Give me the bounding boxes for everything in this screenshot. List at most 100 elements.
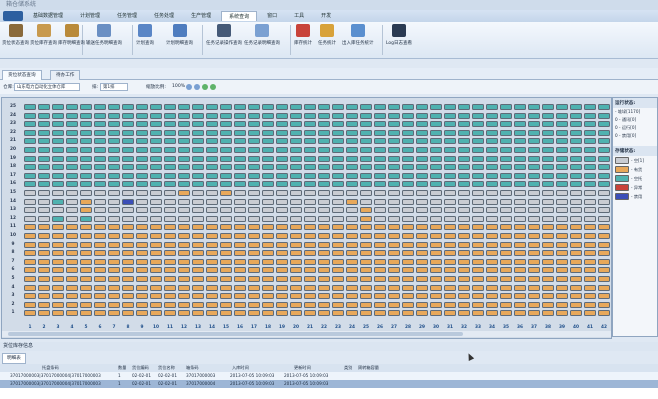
storage-cell[interactable] (52, 293, 64, 300)
storage-cell[interactable] (290, 121, 302, 128)
storage-cell[interactable] (248, 147, 260, 153)
storage-cell[interactable] (374, 267, 386, 274)
storage-cell[interactable] (332, 267, 344, 274)
storage-cell[interactable] (192, 233, 204, 239)
storage-cell[interactable] (388, 112, 400, 119)
storage-cell[interactable] (290, 310, 302, 317)
storage-cell[interactable] (584, 190, 596, 196)
storage-cell[interactable] (570, 181, 582, 188)
storage-cell[interactable] (248, 241, 260, 248)
storage-cell[interactable] (136, 267, 148, 274)
storage-cell[interactable] (24, 241, 36, 248)
storage-cell[interactable] (136, 121, 148, 128)
storage-cell[interactable] (94, 198, 106, 205)
storage-cell[interactable] (178, 207, 190, 214)
storage-cell[interactable] (122, 207, 134, 214)
storage-cell[interactable] (248, 224, 260, 231)
storage-cell[interactable] (178, 147, 190, 153)
storage-cell[interactable] (402, 190, 414, 196)
storage-cell[interactable] (346, 181, 358, 188)
storage-cell[interactable] (262, 138, 274, 145)
storage-cell[interactable] (234, 284, 246, 291)
storage-cell[interactable] (416, 215, 428, 222)
storage-cell[interactable] (570, 310, 582, 317)
storage-cell[interactable] (388, 301, 400, 308)
storage-cell[interactable] (486, 164, 498, 171)
storage-cell[interactable] (374, 310, 386, 317)
storage-cell[interactable] (24, 267, 36, 274)
storage-cell[interactable] (136, 104, 148, 110)
storage-cell[interactable] (402, 129, 414, 136)
storage-cell[interactable] (192, 293, 204, 300)
storage-cell[interactable] (150, 164, 162, 171)
storage-cell[interactable] (570, 112, 582, 119)
storage-cell[interactable] (388, 181, 400, 188)
ribbon-button-boxes[interactable]: 库存明细查询 (58, 24, 85, 46)
storage-cell[interactable] (346, 224, 358, 231)
storage-cell[interactable] (556, 241, 568, 248)
storage-cell[interactable] (136, 241, 148, 248)
storage-cell[interactable] (584, 258, 596, 265)
storage-cell[interactable] (290, 224, 302, 231)
storage-cell[interactable] (374, 258, 386, 265)
storage-cell[interactable] (374, 250, 386, 257)
storage-cell[interactable] (528, 267, 540, 274)
storage-cell[interactable] (192, 276, 204, 282)
storage-cell[interactable] (514, 155, 526, 162)
storage-cell[interactable] (164, 181, 176, 188)
storage-cell[interactable] (514, 241, 526, 248)
storage-cell[interactable] (416, 310, 428, 317)
storage-cell[interactable] (458, 155, 470, 162)
storage-cell[interactable] (304, 276, 316, 282)
zoom-out-icon[interactable] (194, 84, 200, 90)
storage-cell[interactable] (38, 198, 50, 205)
storage-cell[interactable] (318, 267, 330, 274)
storage-cell[interactable] (374, 172, 386, 179)
storage-cell[interactable] (178, 301, 190, 308)
storage-cell[interactable] (52, 155, 64, 162)
storage-cell[interactable] (206, 258, 218, 265)
storage-cell[interactable] (332, 250, 344, 257)
storage-cell[interactable] (136, 276, 148, 282)
storage-cell[interactable] (262, 104, 274, 110)
storage-cell[interactable] (234, 267, 246, 274)
storage-cell[interactable] (556, 233, 568, 239)
storage-cell[interactable] (570, 129, 582, 136)
storage-cell[interactable] (528, 121, 540, 128)
storage-cell[interactable] (122, 215, 134, 222)
storage-cell[interactable] (388, 207, 400, 214)
storage-cell[interactable] (500, 258, 512, 265)
storage-cell[interactable] (178, 129, 190, 136)
storage-cell[interactable] (164, 164, 176, 171)
warehouse-select[interactable]: 山东电力自动化立体仓库 (14, 83, 80, 91)
storage-cell[interactable] (122, 276, 134, 282)
storage-cell[interactable] (360, 181, 372, 188)
storage-cell[interactable] (318, 181, 330, 188)
storage-cell[interactable] (52, 121, 64, 128)
storage-cell[interactable] (192, 155, 204, 162)
storage-cell[interactable] (290, 284, 302, 291)
storage-cell[interactable] (444, 138, 456, 145)
storage-cell[interactable] (388, 241, 400, 248)
storage-cell[interactable] (66, 241, 78, 248)
storage-cell[interactable] (598, 241, 610, 248)
storage-cell[interactable] (486, 267, 498, 274)
storage-cell[interactable] (108, 121, 120, 128)
storage-cell[interactable] (192, 164, 204, 171)
storage-cell[interactable] (346, 147, 358, 153)
storage-cell[interactable] (584, 241, 596, 248)
storage-cell[interactable] (318, 233, 330, 239)
storage-cell[interactable] (430, 301, 442, 308)
storage-cell[interactable] (122, 233, 134, 239)
storage-cell[interactable] (290, 198, 302, 205)
storage-cell[interactable] (108, 233, 120, 239)
storage-cell[interactable] (24, 112, 36, 119)
ribbon-button-shelf[interactable]: 货位状态查询 (2, 24, 29, 46)
storage-cell[interactable] (38, 241, 50, 248)
storage-cell[interactable] (136, 250, 148, 257)
storage-cell[interactable] (38, 250, 50, 257)
storage-cell[interactable] (472, 301, 484, 308)
storage-cell[interactable] (38, 147, 50, 153)
storage-cell[interactable] (66, 155, 78, 162)
storage-cell[interactable] (52, 112, 64, 119)
